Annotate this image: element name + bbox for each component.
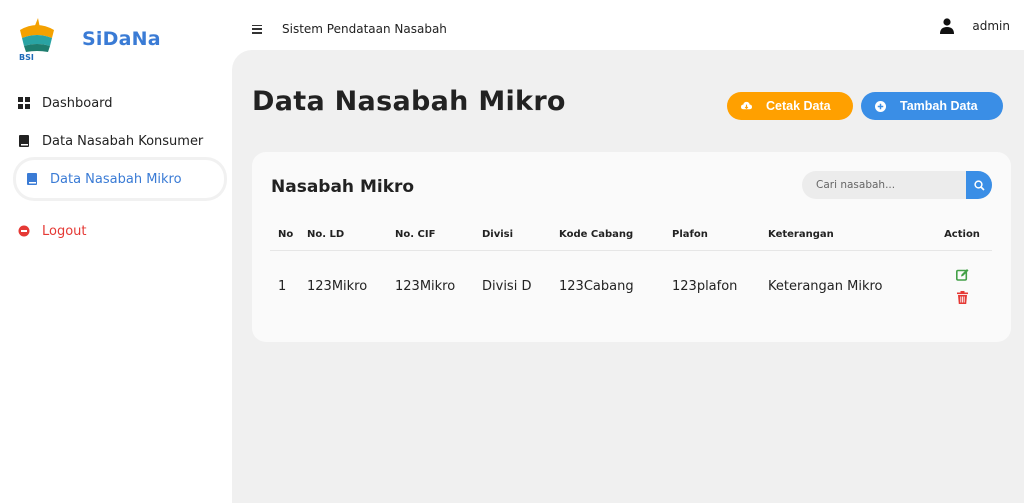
user-name: admin	[972, 19, 1010, 33]
column-header-action: Action	[932, 220, 992, 251]
sidebar-item-label: Data Nasabah Konsumer	[42, 133, 204, 149]
nasabah-mikro-card: Nasabah Mikro No No. LD No. CIF Divisi K…	[252, 152, 1011, 342]
cloud-download-icon	[741, 101, 752, 109]
sidebar-item-dashboard[interactable]: Dashboard	[8, 84, 232, 122]
sidebar-menu: Dashboard Data Nasabah Konsumer Data Nas…	[8, 84, 232, 250]
sidebar-item-label: Data Nasabah Mikro	[50, 171, 182, 187]
column-header-no-ld: No. LD	[307, 220, 395, 251]
app-title: Sistem Pendataan Nasabah	[282, 22, 447, 36]
page-title: Data Nasabah Mikro	[252, 86, 566, 117]
search-input[interactable]	[802, 171, 992, 199]
column-header-no-cif: No. CIF	[395, 220, 482, 251]
sidebar-item-data-nasabah-mikro[interactable]: Data Nasabah Mikro	[16, 160, 224, 198]
bank-logo-icon: BSI	[19, 18, 54, 62]
user-icon	[940, 18, 955, 34]
cetak-data-button[interactable]: Cetak Data	[727, 92, 853, 120]
cetak-data-label: Cetak Data	[766, 99, 831, 113]
tambah-data-label: Tambah Data	[900, 99, 978, 113]
column-header-plafon: Plafon	[672, 220, 768, 251]
nasabah-table: No No. LD No. CIF Divisi Kode Cabang Pla…	[270, 220, 992, 322]
sidebar-item-logout[interactable]: Logout	[8, 212, 232, 250]
user-menu[interactable]: admin	[940, 18, 1010, 34]
column-header-divisi: Divisi	[482, 220, 559, 251]
column-header-no: No	[270, 220, 307, 251]
book-icon	[19, 135, 29, 147]
dashboard-icon	[18, 97, 30, 109]
search-button[interactable]	[966, 171, 992, 199]
svg-text:BSI: BSI	[19, 53, 34, 62]
topbar: Sistem Pendataan Nasabah admin	[232, 8, 1024, 50]
search-icon	[973, 179, 985, 191]
sidebar-item-label: Dashboard	[42, 95, 113, 111]
cell-no-ld: 123Mikro	[307, 278, 368, 294]
cell-no: 1	[278, 278, 287, 294]
brand-name: SiDaNa	[82, 28, 161, 50]
card-title: Nasabah Mikro	[271, 177, 415, 197]
sidebar: BSI SiDaNa Dashboard Data Nasabah Konsum…	[8, 8, 232, 503]
hamburger-menu-icon[interactable]	[252, 24, 262, 34]
table-header-row: No No. LD No. CIF Divisi Kode Cabang Pla…	[270, 220, 992, 251]
column-header-keterangan: Keterangan	[768, 220, 932, 251]
edit-icon[interactable]	[955, 268, 969, 282]
logout-icon	[18, 225, 30, 237]
sidebar-item-label: Logout	[42, 223, 87, 239]
cell-plafon: 123plafon	[672, 278, 738, 294]
tambah-data-button[interactable]: Tambah Data	[861, 92, 1003, 120]
table-row: 1 123Mikro 123Mikro Divisi D 123Cabang 1…	[270, 250, 992, 322]
cell-kode-cabang: 123Cabang	[559, 278, 634, 294]
trash-icon[interactable]	[956, 291, 969, 305]
plus-circle-icon	[875, 100, 886, 112]
cell-action	[932, 250, 992, 322]
brand[interactable]: BSI SiDaNa	[16, 16, 161, 62]
book-icon	[27, 173, 37, 185]
cell-no-cif: 123Mikro	[395, 278, 456, 294]
sidebar-item-data-nasabah-konsumer[interactable]: Data Nasabah Konsumer	[8, 122, 232, 160]
column-header-kode-cabang: Kode Cabang	[559, 220, 672, 251]
cell-keterangan: Keterangan Mikro	[768, 278, 883, 294]
cell-divisi: Divisi D	[482, 278, 532, 294]
